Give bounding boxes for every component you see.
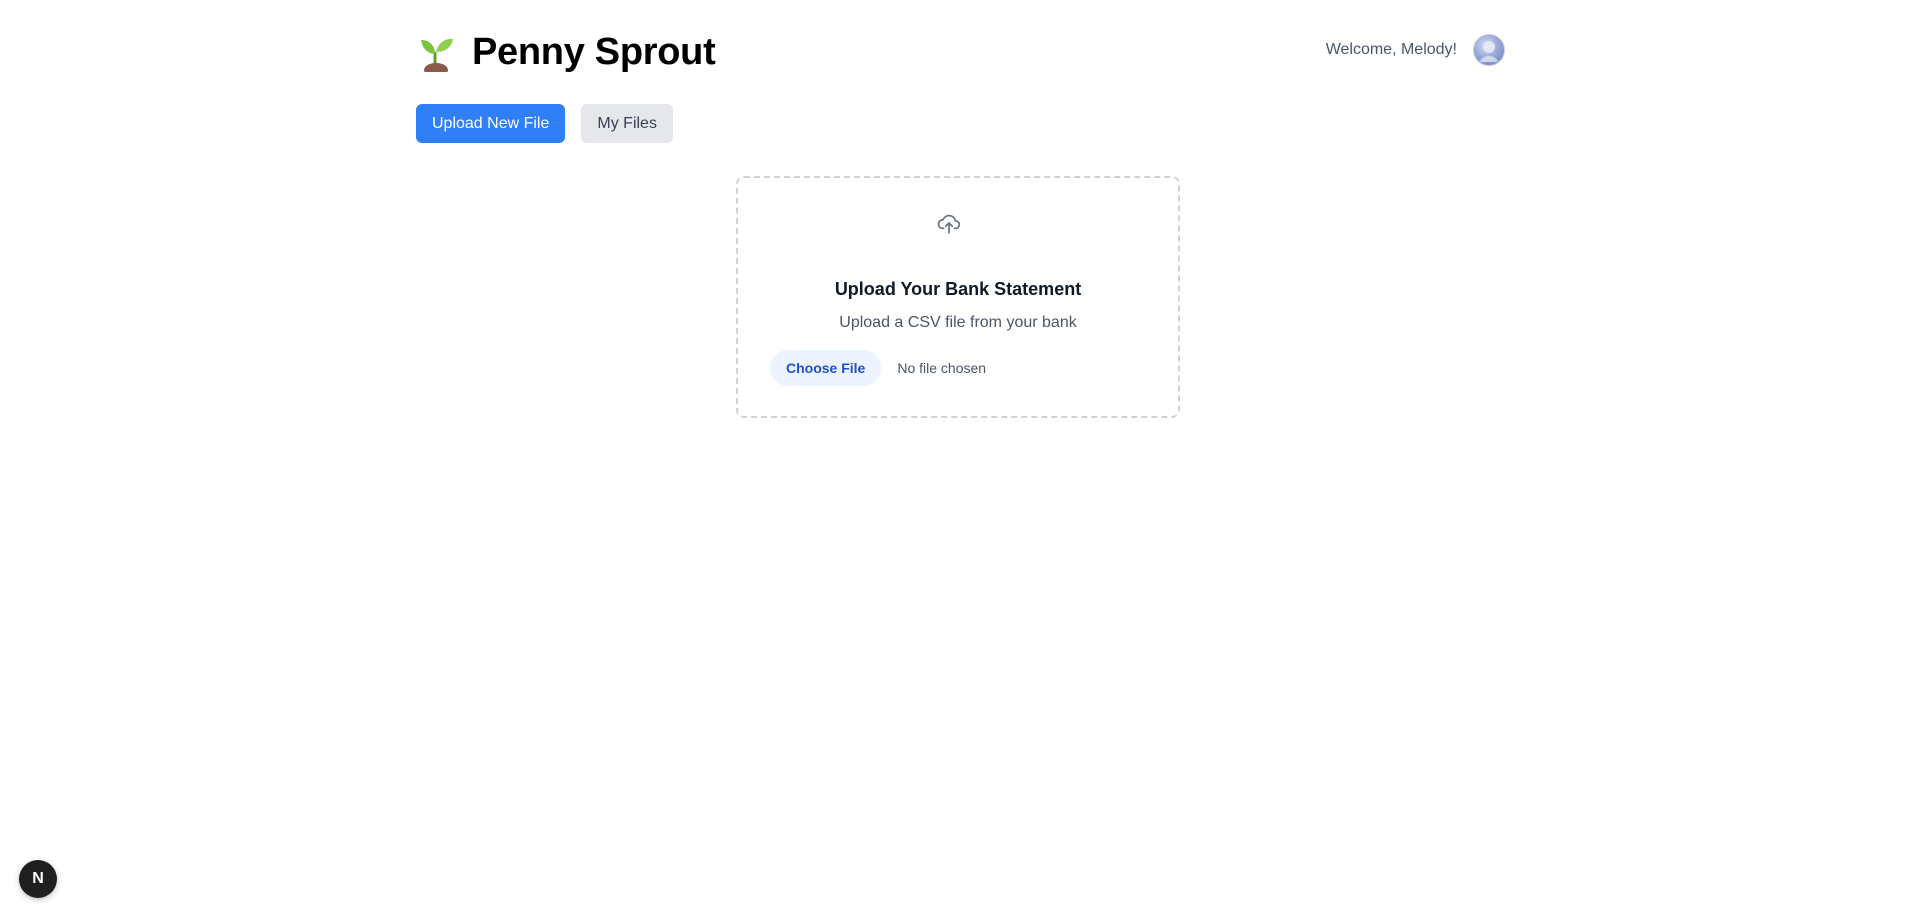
tab-bar: Upload New File My Files [416,104,673,143]
user-avatar[interactable] [1473,34,1505,66]
cloud-upload-icon [936,210,962,236]
tab-my-files[interactable]: My Files [581,104,673,143]
upload-subtitle: Upload a CSV file from your bank [839,314,1077,331]
file-input[interactable]: Choose File No file chosen [770,350,986,386]
nextjs-icon: N [32,870,44,887]
nextjs-dev-badge[interactable]: N [19,860,57,898]
upload-title: Upload Your Bank Statement [834,279,1082,299]
upload-dropzone[interactable]: Upload Your Bank Statement Upload a CSV … [736,176,1180,418]
app-container: Penny Sprout Welcome, Melody! Upload New… [416,0,1505,915]
user-area: Welcome, Melody! [1326,34,1505,66]
welcome-text: Welcome, Melody! [1325,41,1457,58]
file-status: No file chosen [897,360,987,376]
app-title: Penny Sprout [472,31,716,73]
header: Penny Sprout Welcome, Melody! [416,30,1505,77]
choose-file-button[interactable]: Choose File [770,350,882,386]
brand: Penny Sprout [418,30,716,77]
sprout-icon [418,32,456,77]
tab-upload-new-file[interactable]: Upload New File [416,104,566,143]
